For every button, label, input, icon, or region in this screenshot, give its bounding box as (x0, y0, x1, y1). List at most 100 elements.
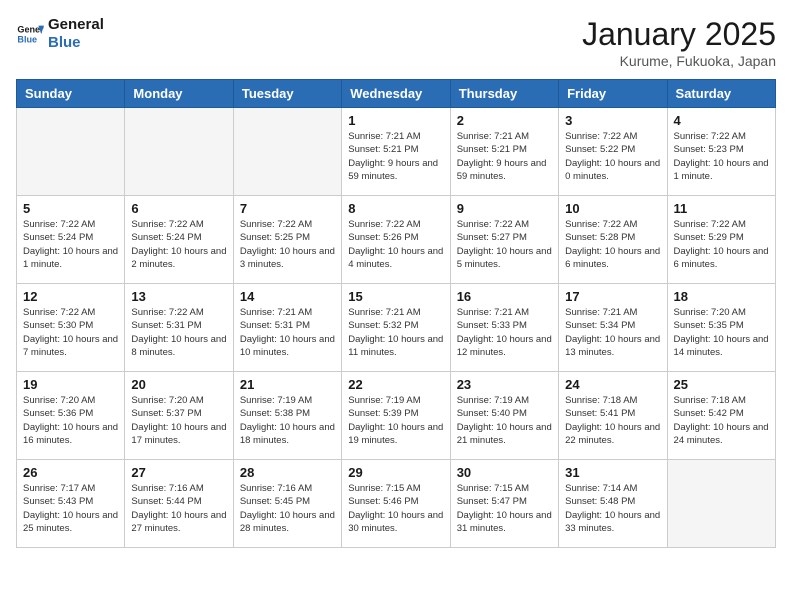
logo: General Blue General Blue (16, 16, 104, 52)
week-row-1: 1 Sunrise: 7:21 AM Sunset: 5:21 PM Daylig… (17, 108, 776, 196)
day-number: 14 (240, 289, 335, 304)
day-number: 31 (565, 465, 660, 480)
day-number: 28 (240, 465, 335, 480)
calendar-cell: 11 Sunrise: 7:22 AM Sunset: 5:29 PM Dayli… (667, 196, 775, 284)
week-row-5: 26 Sunrise: 7:17 AM Sunset: 5:43 PM Dayli… (17, 460, 776, 548)
day-info: Sunrise: 7:21 AM Sunset: 5:21 PM Dayligh… (348, 130, 443, 183)
day-number: 22 (348, 377, 443, 392)
day-info: Sunrise: 7:20 AM Sunset: 5:37 PM Dayligh… (131, 394, 226, 447)
calendar-cell: 13 Sunrise: 7:22 AM Sunset: 5:31 PM Dayli… (125, 284, 233, 372)
calendar-cell: 25Sunrise: 7:18 AM Sunset: 5:42 PM Dayli… (667, 372, 775, 460)
calendar-cell: 8Sunrise: 7:22 AM Sunset: 5:26 PM Daylig… (342, 196, 450, 284)
logo-icon: General Blue (16, 20, 44, 48)
day-number: 20 (131, 377, 226, 392)
logo-line1: General (48, 16, 104, 34)
calendar-cell: 17 Sunrise: 7:21 AM Sunset: 5:34 PM Dayli… (559, 284, 667, 372)
day-number: 24 (565, 377, 660, 392)
day-number: 29 (348, 465, 443, 480)
calendar-cell: 3 Sunrise: 7:22 AM Sunset: 5:22 PM Daylig… (559, 108, 667, 196)
day-number: 19 (23, 377, 118, 392)
weekday-header-tuesday: Tuesday (233, 80, 341, 108)
calendar-cell (125, 108, 233, 196)
calendar-cell (17, 108, 125, 196)
day-info: Sunrise: 7:22 AM Sunset: 5:31 PM Dayligh… (131, 306, 226, 359)
day-number: 13 (131, 289, 226, 304)
day-info: Sunrise: 7:18 AM Sunset: 5:41 PM Dayligh… (565, 394, 660, 447)
day-number: 10 (565, 201, 660, 216)
calendar-cell: 21Sunrise: 7:19 AM Sunset: 5:38 PM Dayli… (233, 372, 341, 460)
day-number: 30 (457, 465, 552, 480)
day-number: 11 (674, 201, 769, 216)
weekday-header-sunday: Sunday (17, 80, 125, 108)
day-number: 3 (565, 113, 660, 128)
day-info: Sunrise: 7:22 AM Sunset: 5:27 PM Dayligh… (457, 218, 552, 271)
day-info: Sunrise: 7:22 AM Sunset: 5:24 PM Dayligh… (131, 218, 226, 271)
day-info: Sunrise: 7:15 AM Sunset: 5:47 PM Dayligh… (457, 482, 552, 535)
day-info: Sunrise: 7:19 AM Sunset: 5:40 PM Dayligh… (457, 394, 552, 447)
day-number: 27 (131, 465, 226, 480)
calendar-cell: 16Sunrise: 7:21 AM Sunset: 5:33 PM Dayli… (450, 284, 558, 372)
day-info: Sunrise: 7:21 AM Sunset: 5:34 PM Dayligh… (565, 306, 660, 359)
page-header: General Blue General Blue January 2025 K… (16, 16, 776, 69)
day-number: 17 (565, 289, 660, 304)
calendar-cell: 14 Sunrise: 7:21 AM Sunset: 5:31 PM Dayli… (233, 284, 341, 372)
day-info: Sunrise: 7:15 AM Sunset: 5:46 PM Dayligh… (348, 482, 443, 535)
day-number: 16 (457, 289, 552, 304)
calendar-cell: 12 Sunrise: 7:22 AM Sunset: 5:30 PM Dayli… (17, 284, 125, 372)
day-info: Sunrise: 7:22 AM Sunset: 5:30 PM Dayligh… (23, 306, 118, 359)
day-info: Sunrise: 7:22 AM Sunset: 5:22 PM Dayligh… (565, 130, 660, 183)
day-number: 8 (348, 201, 443, 216)
day-info: Sunrise: 7:22 AM Sunset: 5:28 PM Dayligh… (565, 218, 660, 271)
calendar-cell: 10 Sunrise: 7:22 AM Sunset: 5:28 PM Dayli… (559, 196, 667, 284)
day-number: 1 (348, 113, 443, 128)
calendar-cell: 6Sunrise: 7:22 AM Sunset: 5:24 PM Daylig… (125, 196, 233, 284)
svg-text:Blue: Blue (17, 34, 37, 44)
location-subtitle: Kurume, Fukuoka, Japan (582, 53, 776, 69)
day-number: 7 (240, 201, 335, 216)
calendar-cell: 7Sunrise: 7:22 AM Sunset: 5:25 PM Daylig… (233, 196, 341, 284)
calendar-cell: 31 Sunrise: 7:14 AM Sunset: 5:48 PM Dayli… (559, 460, 667, 548)
calendar-cell (667, 460, 775, 548)
calendar-cell: 2 Sunrise: 7:21 AM Sunset: 5:21 PM Daylig… (450, 108, 558, 196)
weekday-header-saturday: Saturday (667, 80, 775, 108)
day-info: Sunrise: 7:21 AM Sunset: 5:32 PM Dayligh… (348, 306, 443, 359)
day-info: Sunrise: 7:16 AM Sunset: 5:45 PM Dayligh… (240, 482, 335, 535)
day-info: Sunrise: 7:20 AM Sunset: 5:35 PM Dayligh… (674, 306, 769, 359)
day-info: Sunrise: 7:17 AM Sunset: 5:43 PM Dayligh… (23, 482, 118, 535)
day-info: Sunrise: 7:22 AM Sunset: 5:23 PM Dayligh… (674, 130, 769, 183)
calendar-table: SundayMondayTuesdayWednesdayThursdayFrid… (16, 79, 776, 548)
day-number: 23 (457, 377, 552, 392)
calendar-cell: 19Sunrise: 7:20 AM Sunset: 5:36 PM Dayli… (17, 372, 125, 460)
day-info: Sunrise: 7:21 AM Sunset: 5:21 PM Dayligh… (457, 130, 552, 183)
week-row-4: 19Sunrise: 7:20 AM Sunset: 5:36 PM Dayli… (17, 372, 776, 460)
day-info: Sunrise: 7:21 AM Sunset: 5:31 PM Dayligh… (240, 306, 335, 359)
day-info: Sunrise: 7:14 AM Sunset: 5:48 PM Dayligh… (565, 482, 660, 535)
calendar-cell: 22Sunrise: 7:19 AM Sunset: 5:39 PM Dayli… (342, 372, 450, 460)
day-number: 12 (23, 289, 118, 304)
day-number: 26 (23, 465, 118, 480)
day-number: 2 (457, 113, 552, 128)
day-info: Sunrise: 7:22 AM Sunset: 5:24 PM Dayligh… (23, 218, 118, 271)
day-number: 25 (674, 377, 769, 392)
week-row-2: 5 Sunrise: 7:22 AM Sunset: 5:24 PM Daylig… (17, 196, 776, 284)
calendar-cell: 18 Sunrise: 7:20 AM Sunset: 5:35 PM Dayli… (667, 284, 775, 372)
day-number: 9 (457, 201, 552, 216)
weekday-header-thursday: Thursday (450, 80, 558, 108)
calendar-cell: 29 Sunrise: 7:15 AM Sunset: 5:46 PM Dayli… (342, 460, 450, 548)
day-info: Sunrise: 7:22 AM Sunset: 5:29 PM Dayligh… (674, 218, 769, 271)
calendar-cell: 23 Sunrise: 7:19 AM Sunset: 5:40 PM Dayli… (450, 372, 558, 460)
calendar-cell: 15Sunrise: 7:21 AM Sunset: 5:32 PM Dayli… (342, 284, 450, 372)
day-number: 5 (23, 201, 118, 216)
calendar-cell: 20 Sunrise: 7:20 AM Sunset: 5:37 PM Dayli… (125, 372, 233, 460)
calendar-cell: 30 Sunrise: 7:15 AM Sunset: 5:47 PM Dayli… (450, 460, 558, 548)
day-info: Sunrise: 7:16 AM Sunset: 5:44 PM Dayligh… (131, 482, 226, 535)
weekday-header-row: SundayMondayTuesdayWednesdayThursdayFrid… (17, 80, 776, 108)
logo-line2: Blue (48, 34, 104, 52)
calendar-cell: 24 Sunrise: 7:18 AM Sunset: 5:41 PM Dayli… (559, 372, 667, 460)
title-block: January 2025 Kurume, Fukuoka, Japan (582, 16, 776, 69)
day-number: 18 (674, 289, 769, 304)
month-title: January 2025 (582, 16, 776, 53)
calendar-cell: 26 Sunrise: 7:17 AM Sunset: 5:43 PM Dayli… (17, 460, 125, 548)
day-info: Sunrise: 7:19 AM Sunset: 5:38 PM Dayligh… (240, 394, 335, 447)
week-row-3: 12 Sunrise: 7:22 AM Sunset: 5:30 PM Dayli… (17, 284, 776, 372)
